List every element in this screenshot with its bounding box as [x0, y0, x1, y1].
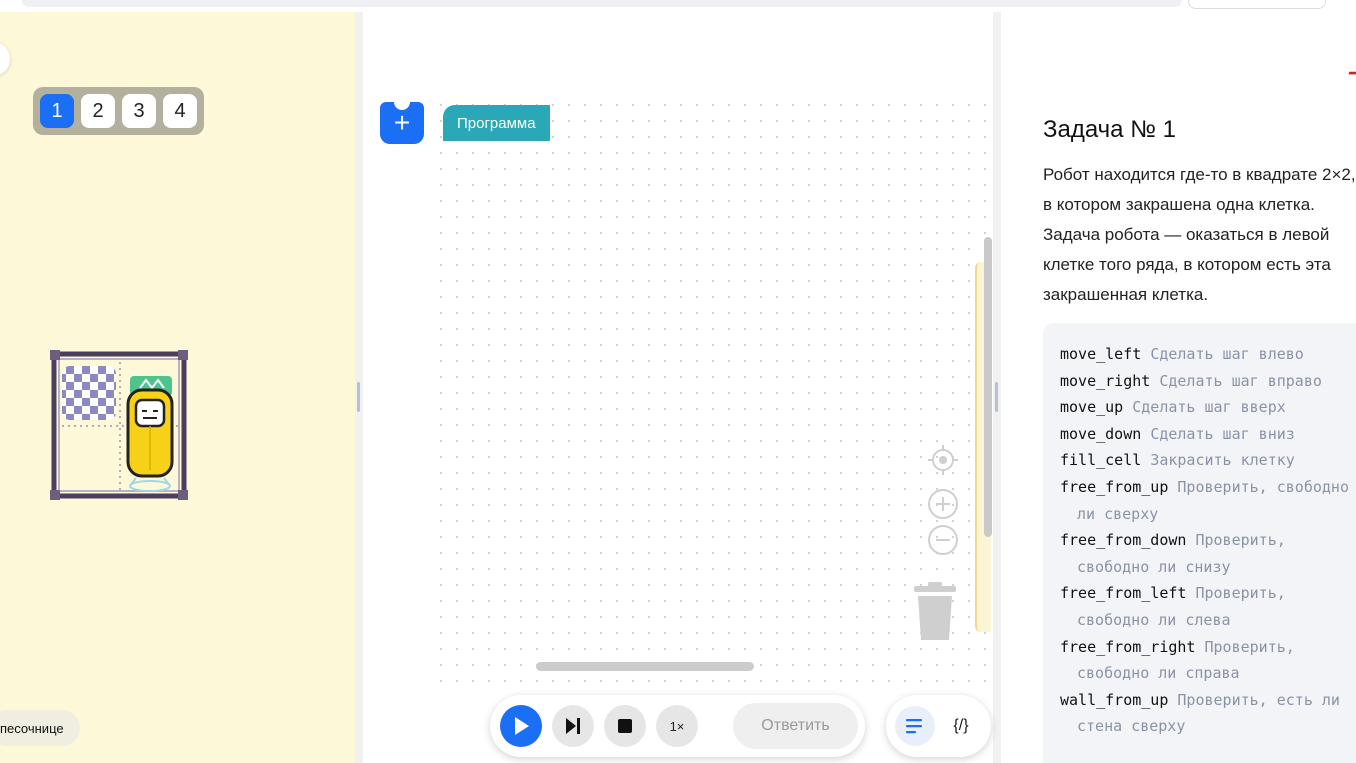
code-mode-button[interactable]: {/} — [941, 706, 981, 746]
filled-cell — [62, 366, 116, 420]
program-block[interactable]: Программа — [443, 105, 550, 141]
command-name: free_from_left — [1060, 584, 1187, 603]
play-button[interactable] — [500, 705, 542, 747]
command-name: move_right — [1060, 371, 1151, 390]
answer-button[interactable]: Ответить — [733, 703, 858, 749]
command-item: free_from_left Проверить, свободно ли сл… — [1060, 580, 1356, 633]
list-icon — [906, 719, 922, 734]
red-marker-icon: ⅃ — [1349, 54, 1356, 80]
task-panel: ⅃ Задача № 1 Робот находится где-то в кв… — [1001, 12, 1356, 763]
splitter-grip[interactable] — [357, 382, 360, 412]
level-tab-4[interactable]: 4 — [163, 94, 197, 128]
field-panel: 1 2 3 4 песочнице — [0, 12, 355, 763]
play-icon — [515, 717, 529, 735]
vertical-scrollbar[interactable] — [984, 237, 992, 537]
level-tab-2[interactable]: 2 — [81, 94, 115, 128]
block-workspace[interactable]: + Программа — [363, 12, 993, 763]
command-name: free_from_down — [1060, 531, 1187, 550]
command-item: move_up Сделать шаг вверх — [1060, 394, 1356, 421]
blocks-mode-button[interactable] — [895, 706, 935, 746]
command-description: Закрасить клетку — [1150, 451, 1295, 470]
zoom-in-icon[interactable] — [928, 489, 958, 519]
robot-icon — [126, 376, 174, 492]
command-name: move_left — [1060, 345, 1142, 363]
command-description: Сделать шаг вниз — [1150, 424, 1295, 443]
horizontal-scrollbar[interactable] — [536, 662, 754, 671]
back-button[interactable] — [0, 42, 10, 76]
task-description: Робот находится где-то в квадрате 2×2, в… — [1043, 165, 1356, 304]
command-name: free_from_right — [1060, 637, 1196, 656]
level-tabs: 1 2 3 4 — [33, 87, 204, 135]
command-list: move_left Сделать шаг влево move_right Сд… — [1060, 341, 1356, 740]
splitter-grip[interactable] — [995, 382, 998, 412]
command-item: move_left Сделать шаг влево — [1060, 341, 1356, 368]
top-toolbar — [22, 0, 1182, 7]
command-item: fill_cell Закрасить клетку — [1060, 447, 1356, 474]
level-tab-1[interactable]: 1 — [40, 94, 74, 128]
step-icon — [566, 718, 580, 734]
command-name: fill_cell — [1060, 451, 1142, 470]
editor-mode-switch: {/} — [886, 695, 991, 757]
stop-icon — [618, 719, 632, 733]
command-item: free_from_right Проверить, свободно ли с… — [1060, 634, 1356, 687]
speed-button[interactable]: 1× — [656, 705, 698, 747]
command-item: free_from_up Проверить, свободно ли свер… — [1060, 474, 1356, 527]
workspace-grid — [433, 97, 993, 687]
command-item: move_right Сделать шаг вправо — [1060, 368, 1356, 395]
step-button[interactable] — [552, 705, 594, 747]
trash-icon[interactable] — [914, 582, 956, 640]
command-name: move_up — [1060, 398, 1124, 417]
command-description: Сделать шаг вправо — [1159, 371, 1322, 390]
stop-button[interactable] — [604, 705, 646, 747]
left-splitter[interactable] — [355, 12, 363, 763]
command-list-box: move_left Сделать шаг влево move_right Сд… — [1043, 323, 1356, 763]
command-description: Сделать шаг влево — [1150, 345, 1304, 363]
command-item: move_down Сделать шаг вниз — [1060, 421, 1356, 448]
command-name: free_from_up — [1060, 477, 1169, 496]
command-name: move_down — [1060, 424, 1142, 443]
run-controls: 1× Ответить — [490, 695, 865, 757]
top-right-button[interactable] — [1188, 0, 1326, 9]
command-item: wall_from_up Проверить, есть ли стена св… — [1060, 687, 1356, 740]
add-block-button[interactable]: + — [380, 102, 424, 144]
zoom-out-icon[interactable] — [928, 525, 958, 555]
recenter-icon[interactable] — [928, 445, 958, 475]
task-title: Задача № 1 — [1043, 116, 1176, 143]
level-tab-3[interactable]: 3 — [122, 94, 156, 128]
right-splitter[interactable] — [993, 12, 1001, 763]
command-item: free_from_down Проверить, свободно ли сн… — [1060, 527, 1356, 580]
command-name: wall_from_up — [1060, 690, 1169, 709]
command-description: Сделать шаг вверх — [1132, 398, 1286, 417]
sandbox-button[interactable]: песочнице — [0, 710, 80, 746]
